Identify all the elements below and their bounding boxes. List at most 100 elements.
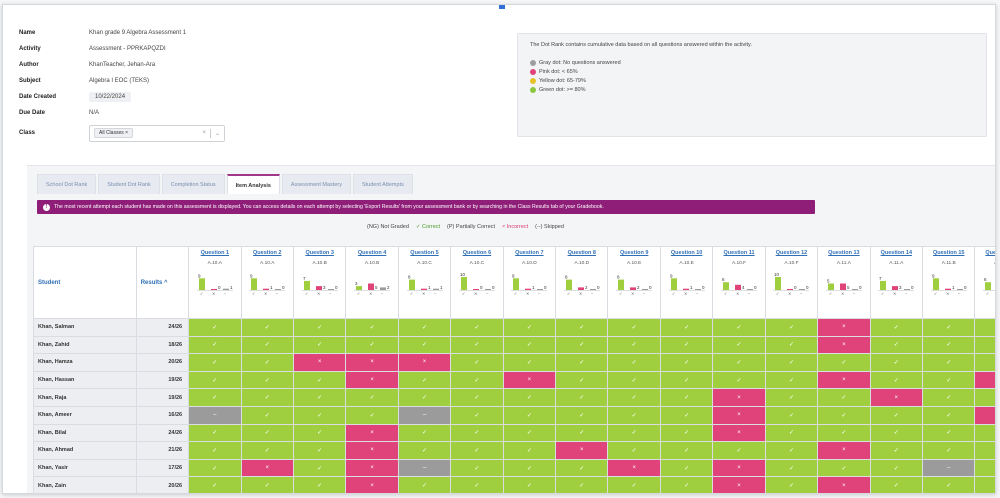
answer-cell[interactable]: ✓ [292, 405, 347, 425]
answer-cell[interactable]: ✓ [764, 405, 819, 425]
answer-cell[interactable]: ✓ [188, 353, 242, 372]
answer-cell[interactable]: ✓ [240, 335, 294, 355]
answer-cell[interactable]: ✓ [869, 423, 924, 443]
answer-cell[interactable]: ✓ [764, 458, 819, 478]
answer-cell[interactable]: ✓ [555, 476, 609, 493]
answer-cell[interactable]: ✓ [922, 353, 976, 372]
question-header[interactable]: Question 7 A.10.D 9 ✓ 1 × 0– [502, 246, 557, 319]
answer-cell[interactable]: ✓ [817, 388, 871, 407]
answer-cell[interactable]: ✓ [188, 370, 242, 390]
answer-cell[interactable]: ✓ [555, 353, 609, 372]
answer-cell[interactable]: ✓ [555, 318, 609, 337]
answer-cell[interactable]: ✓ [240, 441, 294, 460]
results-column-header[interactable]: Results ^ [135, 246, 190, 319]
answer-cell[interactable]: ✓ [607, 423, 661, 443]
answer-cell[interactable]: ✓ [922, 423, 976, 443]
answer-cell[interactable]: × [712, 458, 766, 478]
question-title-link[interactable]: Question 11 [715, 250, 762, 256]
answer-cell[interactable]: ✓ [659, 441, 714, 460]
answer-cell[interactable]: ✓ [659, 458, 714, 478]
answer-cell[interactable]: – [188, 405, 242, 425]
student-column-header[interactable]: Student [33, 246, 137, 319]
question-title-link[interactable]: Question 8 [558, 250, 605, 256]
answer-cell[interactable]: ✓ [922, 335, 976, 355]
answer-cell[interactable]: ✓ [817, 458, 871, 478]
answer-cell[interactable]: ✓ [450, 405, 504, 425]
answer-cell[interactable]: ✓ [397, 441, 452, 460]
student-name[interactable]: Khan, Bilal [33, 423, 137, 443]
answer-cell[interactable]: ✓ [292, 458, 347, 478]
answer-cell[interactable]: ✓ [240, 405, 294, 425]
answer-cell[interactable]: ✓ [397, 370, 452, 390]
tab-assessment-mastery[interactable]: Assessment Mastery [281, 174, 351, 194]
question-title-link[interactable]: Question 6 [453, 250, 500, 256]
answer-cell[interactable]: × [555, 441, 609, 460]
answer-cell[interactable]: ✓ [974, 318, 995, 337]
question-header[interactable]: Question 5 A.10.C 8 ✓ 1 × 1– [397, 246, 452, 319]
answer-cell[interactable]: ✓ [502, 388, 557, 407]
answer-cell[interactable]: ✓ [974, 353, 995, 372]
answer-cell[interactable]: ✓ [607, 476, 661, 493]
answer-cell[interactable]: ✓ [450, 370, 504, 390]
answer-cell[interactable]: × [817, 370, 871, 390]
answer-cell[interactable]: ✓ [607, 441, 661, 460]
answer-cell[interactable]: ✓ [292, 423, 347, 443]
answer-cell[interactable]: ✓ [188, 423, 242, 443]
answer-cell[interactable]: ✓ [450, 353, 504, 372]
answer-cell[interactable]: ✓ [292, 370, 347, 390]
answer-cell[interactable]: × [869, 388, 924, 407]
question-header[interactable]: Question 12 A.10.F 10 ✓ 0 × 0– [764, 246, 819, 319]
answer-cell[interactable]: ✓ [659, 476, 714, 493]
question-title-link[interactable]: Question 4 [348, 250, 395, 256]
answer-cell[interactable]: ✓ [502, 318, 557, 337]
answer-cell[interactable]: ✓ [922, 318, 976, 337]
question-title-link[interactable]: Question 7 [506, 250, 553, 256]
answer-cell[interactable]: ✓ [188, 388, 242, 407]
question-header[interactable]: Question 4 A.10.B 3 ✓ 5 × 2– [345, 246, 399, 319]
question-title-link[interactable]: Question 5 [401, 250, 448, 256]
answer-cell[interactable]: ✓ [922, 441, 976, 460]
answer-cell[interactable]: ✓ [869, 441, 924, 460]
answer-cell[interactable]: ✓ [555, 370, 609, 390]
answer-cell[interactable]: × [974, 370, 995, 390]
tab-item-analysis[interactable]: Item Analysis [226, 174, 280, 194]
answer-cell[interactable]: ✓ [817, 353, 871, 372]
answer-cell[interactable]: ✓ [869, 353, 924, 372]
question-title-link[interactable]: Question 12 [768, 250, 815, 256]
answer-cell[interactable]: ✓ [345, 405, 399, 425]
answer-cell[interactable]: ✓ [397, 318, 452, 337]
answer-cell[interactable]: × [817, 335, 871, 355]
question-header[interactable]: Question 9 A.10.E 8 ✓ 2 × 0– [607, 246, 661, 319]
student-name[interactable]: Khan, Zahid [33, 335, 137, 355]
answer-cell[interactable]: × [712, 423, 766, 443]
student-name[interactable]: Khan, Zain [33, 476, 137, 493]
answer-cell[interactable]: ✓ [869, 458, 924, 478]
answer-cell[interactable]: ✓ [240, 423, 294, 443]
answer-cell[interactable]: ✓ [607, 405, 661, 425]
answer-cell[interactable]: ✓ [974, 458, 995, 478]
answer-cell[interactable]: ✓ [764, 370, 819, 390]
question-header[interactable]: Question 15 A.11.B 9 ✓ 1 × 0– [922, 246, 976, 319]
answer-cell[interactable]: ✓ [607, 335, 661, 355]
answer-cell[interactable]: ✓ [764, 423, 819, 443]
answer-cell[interactable]: × [345, 353, 399, 372]
answer-cell[interactable]: ✓ [397, 423, 452, 443]
answer-cell[interactable]: ✓ [974, 441, 995, 460]
question-header[interactable]: Question 14 A.11.A 7 ✓ 3 × 0– [869, 246, 924, 319]
answer-cell[interactable]: ✓ [659, 388, 714, 407]
question-title-link[interactable]: Question 3 [296, 250, 343, 256]
student-name[interactable]: Khan, Hassan [33, 370, 137, 390]
answer-cell[interactable]: × [712, 405, 766, 425]
answer-cell[interactable]: ✓ [607, 388, 661, 407]
answer-cell[interactable]: × [397, 353, 452, 372]
answer-cell[interactable]: ✓ [188, 318, 242, 337]
answer-cell[interactable]: ✓ [450, 388, 504, 407]
answer-cell[interactable]: ✓ [659, 353, 714, 372]
answer-cell[interactable]: ✓ [659, 318, 714, 337]
answer-cell[interactable]: ✓ [922, 388, 976, 407]
answer-cell[interactable]: – [922, 458, 976, 478]
answer-cell[interactable]: × [817, 318, 871, 337]
answer-cell[interactable]: × [712, 388, 766, 407]
student-name[interactable]: Khan, Raja [33, 388, 137, 407]
answer-cell[interactable]: ✓ [292, 335, 347, 355]
